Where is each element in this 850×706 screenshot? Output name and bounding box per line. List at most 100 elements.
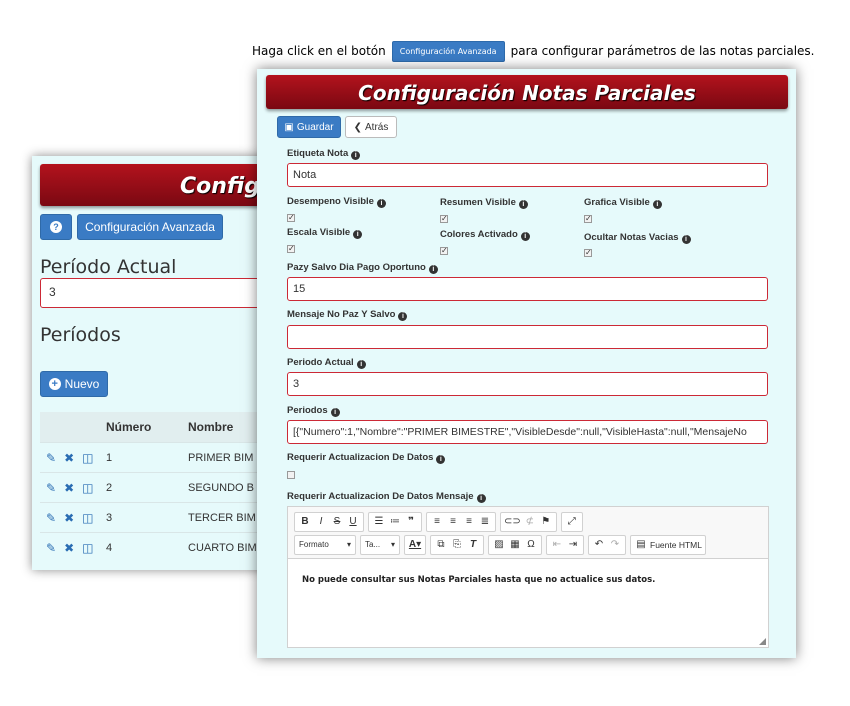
strikethrough-icon[interactable]: S [330,516,344,527]
col-numero-header: Número [106,420,152,434]
underline-icon[interactable]: U [346,516,360,527]
info-icon: i [353,230,363,239]
image-icon[interactable]: ▨ [492,539,506,550]
info-icon: i [351,151,361,160]
grafica-visible-label: Grafica Visible i [584,197,662,209]
editor-content[interactable]: No puede consultar sus Notas Parciales h… [288,559,768,601]
periodo-actual-input[interactable]: 3 [287,372,768,396]
align-center-icon[interactable]: ≡ [446,516,460,527]
text-color-icon[interactable]: A▾ [408,539,422,550]
save-button[interactable]: ▣ Guardar [277,116,341,138]
save-label: Guardar [296,121,334,133]
desempeno-visible-checkbox[interactable]: ✓ [287,214,295,222]
blockquote-icon[interactable]: ❞ [404,516,418,527]
requerir-actualizacion-checkbox[interactable] [287,471,295,479]
chevron-down-icon: ▾ [390,540,395,549]
etiqueta-nota-input[interactable]: Nota [287,163,768,187]
advanced-config-button[interactable]: Configuración Avanzada [77,214,223,240]
escala-visible-label: Escala Visible i [287,227,363,239]
chevron-left-icon: ❮ [353,121,363,133]
periodos-label-text: Periodos [287,405,328,416]
maximize-icon[interactable]: ⤢ [565,516,579,527]
columns-icon[interactable]: ◫ [82,511,93,525]
edit-pencil-icon[interactable]: ✎ [46,481,56,495]
indent-icon[interactable]: ⇥ [566,539,580,550]
info-icon: i [520,232,530,241]
source-html-label: Fuente HTML [650,539,702,550]
pazysalvo-label: Pazy Salvo Dia Pago Oportuno i [287,262,438,274]
unlink-icon[interactable]: ⊄ [523,516,537,527]
periodos-json-input[interactable]: [{"Numero":1,"Nombre":"PRIMER BIMESTRE",… [287,420,768,444]
row-numero: 4 [106,541,113,554]
italic-icon[interactable]: I [314,516,328,527]
edit-pencil-icon[interactable]: ✎ [46,451,56,465]
link-icon[interactable]: ⊂⊃ [504,516,521,527]
delete-x-icon[interactable]: ✖ [64,481,74,495]
numbered-list-icon[interactable]: ≔ [388,516,402,527]
redo-icon[interactable]: ↷ [608,539,622,550]
mensaje-no-paz-label-text: Mensaje No Paz Y Salvo [287,309,396,320]
ocultar-notas-vacias-label-text: Ocultar Notas Vacias [584,232,679,243]
bold-icon[interactable]: B [298,516,312,527]
requerir-mensaje-label: Requerir Actualizacion De Datos Mensaje i [287,491,486,503]
columns-icon[interactable]: ◫ [82,481,93,495]
info-icon: i [476,494,486,503]
new-period-label: Nuevo [64,377,100,391]
info-icon: i [681,235,691,244]
back-button[interactable]: ❮ Atrás [345,116,397,138]
clear-format-icon[interactable]: T [466,539,480,550]
colores-activado-checkbox[interactable]: ✓ [440,247,448,255]
pazysalvo-input[interactable]: 15 [287,277,768,301]
plus-circle-icon: + [48,378,61,390]
size-combo[interactable]: Ta... ▾ [360,534,400,555]
align-right-icon[interactable]: ≡ [462,516,476,527]
info-icon: i [652,200,662,209]
delete-x-icon[interactable]: ✖ [64,541,74,555]
source-file-icon: ▤ [636,539,646,550]
info-icon: i [356,360,366,369]
copy-icon[interactable]: ⧉ [434,539,448,550]
grafica-visible-checkbox[interactable]: ✓ [584,215,592,223]
info-icon: i [330,408,340,417]
periodos-title: Períodos [40,324,121,346]
resumen-visible-label-text: Resumen Visible [440,197,516,208]
resumen-visible-checkbox[interactable]: ✓ [440,215,448,223]
colores-activado-label-text: Colores Activado [440,229,518,240]
requerir-actualizacion-label: Requerir Actualizacion De Datos i [287,452,446,464]
edit-pencil-icon[interactable]: ✎ [46,511,56,525]
table-icon[interactable]: ▦ [508,539,522,550]
columns-icon[interactable]: ◫ [82,451,93,465]
desempeno-visible-label: Desempeno Visible i [287,196,386,208]
columns-icon[interactable]: ◫ [82,541,93,555]
bulleted-list-icon[interactable]: ☰ [372,516,386,527]
align-left-icon[interactable]: ≡ [430,516,444,527]
source-html-button[interactable]: ▤ Fuente HTML [630,534,706,555]
align-justify-icon[interactable]: ≣ [478,516,492,527]
grafica-visible-label-text: Grafica Visible [584,197,650,208]
undo-icon[interactable]: ↶ [592,539,606,550]
edit-pencil-icon[interactable]: ✎ [46,541,56,555]
delete-x-icon[interactable]: ✖ [64,511,74,525]
floppy-disk-icon: ▣ [284,121,294,133]
periodos-label: Periodos i [287,405,340,417]
periodo-actual-label-text: Periodo Actual [287,357,354,368]
instruction-caption: Haga click en el botón Configuración Ava… [252,40,815,62]
delete-x-icon[interactable]: ✖ [64,451,74,465]
chevron-down-icon: ▾ [346,540,351,549]
mensaje-no-paz-input[interactable] [287,325,768,349]
format-combo[interactable]: Formato ▾ [294,534,356,555]
editor-toolbar: B I S U ☰ ≔ ❞ ≡ ≡ ≡ ≣ ⊂⊃ ⊄ ⚑ ⤢ Formato ▾… [288,507,768,559]
pazysalvo-label-text: Pazy Salvo Dia Pago Oportuno [287,262,426,273]
escala-visible-checkbox[interactable]: ✓ [287,245,295,253]
caption-text-after: para configurar parámetros de las notas … [510,44,815,58]
new-period-button[interactable]: + Nuevo [40,371,108,397]
anchor-flag-icon[interactable]: ⚑ [539,516,553,527]
outdent-icon[interactable]: ⇤ [550,539,564,550]
paste-icon[interactable]: ⎘ [450,539,464,550]
special-char-icon[interactable]: Ω [524,539,538,550]
size-combo-label: Ta... [365,540,381,549]
ocultar-notas-vacias-checkbox[interactable]: ✓ [584,249,592,257]
resize-grip-icon[interactable] [759,638,766,645]
help-button[interactable]: ? [40,214,72,240]
periodo-actual-label: Periodo Actual i [287,357,366,369]
